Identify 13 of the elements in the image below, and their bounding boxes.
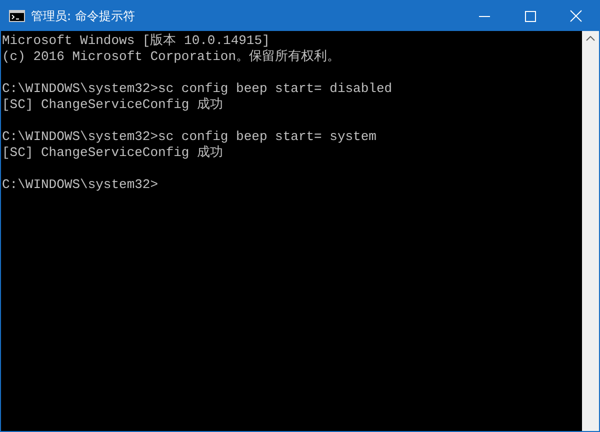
window-title: 管理员: 命令提示符: [31, 8, 136, 24]
console-line: C:\WINDOWS\system32>: [2, 177, 158, 193]
maximize-icon: [524, 10, 536, 22]
scroll-up-icon[interactable]: [586, 36, 595, 41]
console-line: [SC] ChangeServiceConfig 成功: [2, 145, 224, 161]
console-line: C:\WINDOWS\system32>sc config beep start= disabled: [2, 81, 392, 97]
console-line: C:\WINDOWS\system32>sc config beep start= system: [2, 129, 376, 145]
console-line: (c) 2016 Microsoft Corporation。保留所有权利。: [2, 49, 340, 65]
close-icon: [570, 10, 582, 22]
console-line: [SC] ChangeServiceConfig 成功: [2, 97, 224, 113]
scrollbar[interactable]: [582, 31, 599, 431]
console-icon: [9, 10, 25, 22]
console-line: Microsoft Windows [版本 10.0.14915]: [2, 33, 270, 49]
